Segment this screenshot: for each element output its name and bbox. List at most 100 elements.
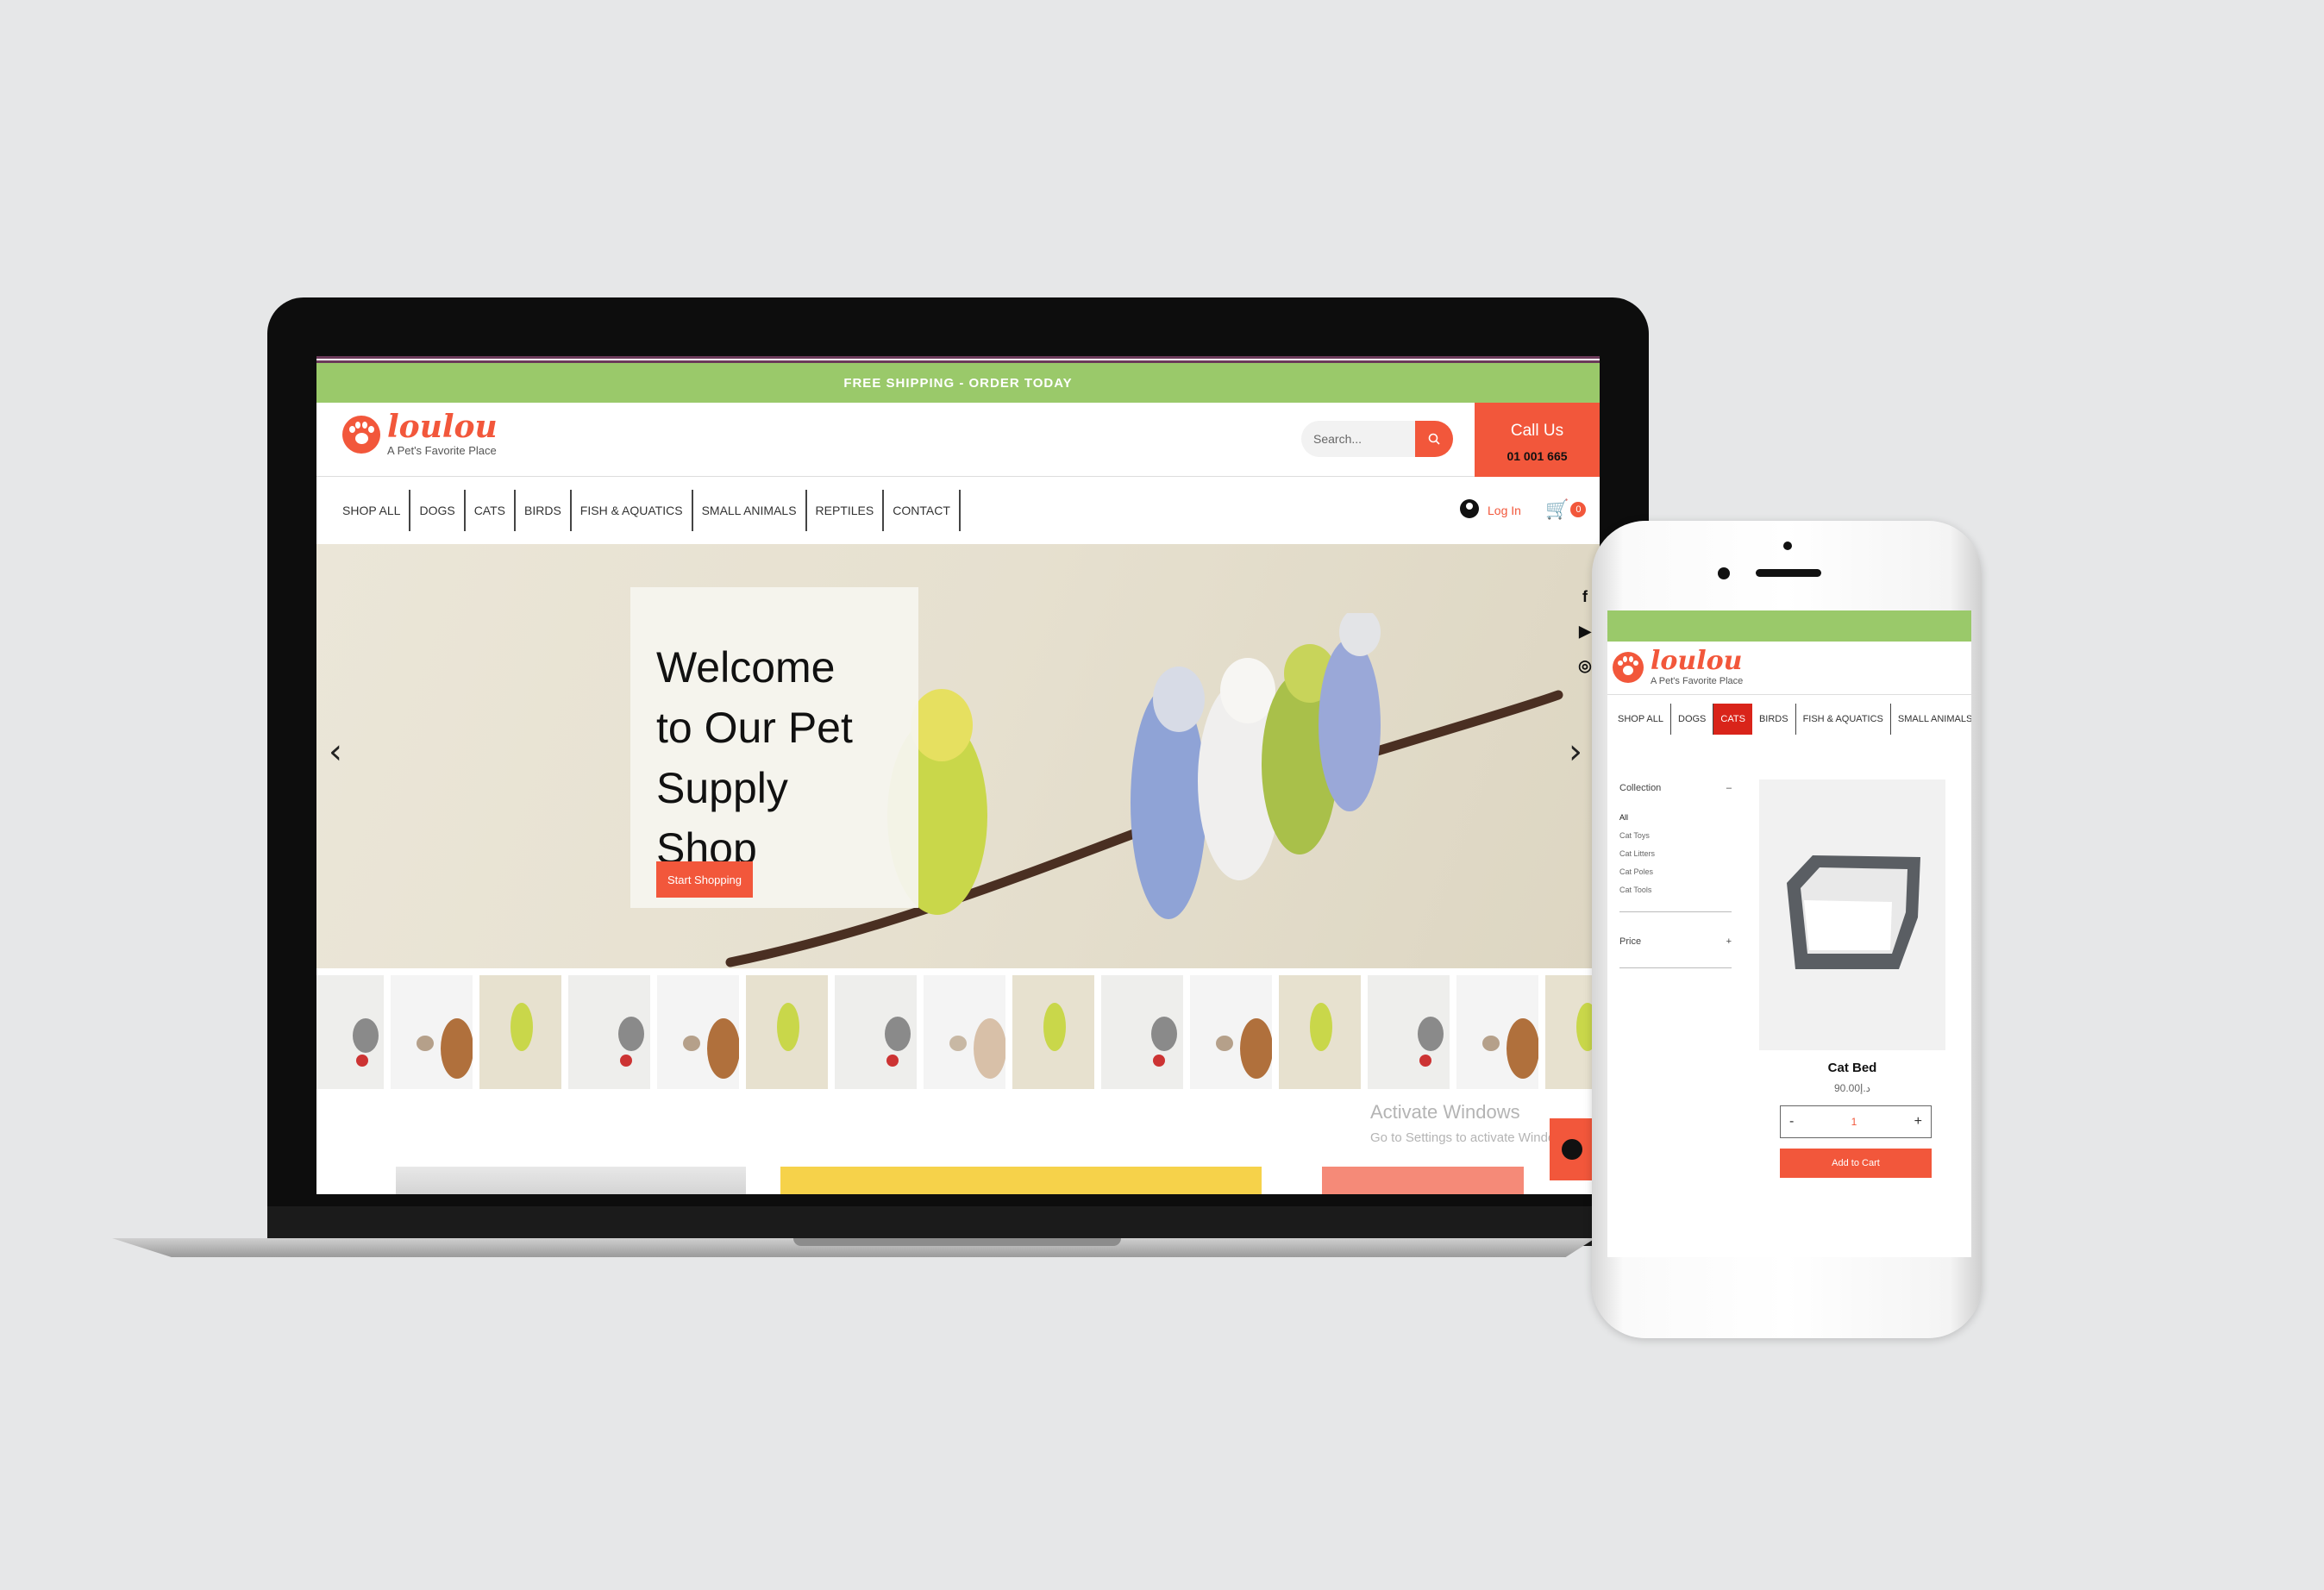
thumbnail-birds[interactable] [1279,975,1361,1089]
nav-shop-all[interactable]: SHOP ALL [342,490,411,531]
chat-button[interactable] [1550,1118,1594,1180]
promo-bar: FREE SHIPPING - ORDER TODAY [316,363,1600,403]
chat-icon [1562,1139,1582,1160]
thumbnail-bunnies[interactable] [924,975,1005,1089]
thumbnail-bunnies[interactable] [1456,975,1538,1089]
nav-dogs[interactable]: DOGS [1671,704,1714,735]
login-link[interactable]: Log In [1460,499,1521,522]
nav-contact[interactable]: CONTACT [884,490,961,531]
thumbnail-bunnies[interactable] [657,975,739,1089]
nav-small-animals[interactable]: SMALL ANIMALS [1891,704,1971,735]
collection-filter-toggle[interactable]: Collection – [1619,783,1732,793]
logo-tagline: A Pet's Favorite Place [1651,676,1744,686]
social-bar: f ▶ ◎ [1576,587,1594,675]
nav-birds[interactable]: BIRDS [516,490,572,531]
add-to-cart-button[interactable]: Add to Cart [1780,1149,1932,1178]
qty-minus-button[interactable]: - [1789,1114,1794,1130]
filter-sidebar: Collection – All Cat Toys Cat Litters Ca… [1619,783,1732,992]
nav-fish-aquatics[interactable]: FISH & AQUATICS [1796,704,1891,735]
mobile-site-logo[interactable]: loulou A Pet's Favorite Place [1613,648,1743,686]
collection-item[interactable]: Cat Litters [1619,845,1732,863]
cat-litter-box-image [1787,855,1920,969]
logo-tagline: A Pet's Favorite Place [387,444,497,457]
site-header: loulou A Pet's Favorite Place Search... … [316,403,1600,477]
thumbnail-birds[interactable] [746,975,828,1089]
thumbnail-cat[interactable] [835,975,917,1089]
user-icon [1460,499,1479,522]
product-price: 90.00د.إ [1833,1082,1871,1094]
thumbnail-cat[interactable] [316,975,384,1089]
hero-line-2: to Our Pet [656,704,853,752]
phone-camera [1718,567,1730,579]
cart-button[interactable]: 🛒 0 [1545,498,1587,521]
price-filter-toggle[interactable]: Price + [1619,936,1732,947]
thumbnail-bunnies[interactable] [1190,975,1272,1089]
product-image[interactable] [1759,779,1945,1050]
top-border [316,356,1600,363]
logo-name: loulou [387,409,498,445]
collection-list: All Cat Toys Cat Litters Cat Poles Cat T… [1619,809,1732,899]
thumbnail-birds[interactable] [479,975,561,1089]
logo-name: loulou [1651,646,1743,676]
thumbnail-cat[interactable] [1368,975,1450,1089]
nav-cats[interactable]: CATS [1713,704,1752,735]
search-input[interactable]: Search... [1301,432,1415,446]
collection-item[interactable]: Cat Toys [1619,827,1732,845]
category-card[interactable] [780,1167,1262,1194]
collection-item[interactable]: Cat Poles [1619,863,1732,881]
divider [1619,967,1732,968]
nav-birds[interactable]: BIRDS [1752,704,1796,735]
mobile-nav: SHOP ALL DOGS CATS BIRDS FISH & AQUATICS… [1607,695,1971,743]
slider-thumbnails [316,975,1600,1089]
thumbnail-cat[interactable] [568,975,650,1089]
thumbnail-cat[interactable] [1101,975,1183,1089]
category-card[interactable] [396,1167,746,1194]
hero-heading: Welcome to Our Pet Supply Shop [656,637,893,879]
nav-reptiles[interactable]: REPTILES [807,490,885,531]
search-box[interactable]: Search... [1301,421,1453,457]
phone-sensor [1783,541,1792,550]
mobile-screen: loulou A Pet's Favorite Place SHOP ALL D… [1607,610,1971,1257]
instagram-icon[interactable]: ◎ [1576,656,1594,675]
divider [1619,911,1732,912]
thumbnail-birds[interactable] [1012,975,1094,1089]
search-icon [1428,433,1440,445]
welcome-card: Welcome to Our Pet Supply Shop Start Sho… [630,587,918,908]
search-button[interactable] [1415,421,1453,457]
slider-prev-arrow-icon[interactable]: ‹ [329,732,342,772]
hero-slider: Welcome to Our Pet Supply Shop Start Sho… [316,544,1600,968]
call-us-button[interactable]: Call Us 01 001 665 [1475,403,1600,477]
desktop-screen: FREE SHIPPING - ORDER TODAY loulou A Pet… [316,356,1600,1194]
collection-item[interactable]: Cat Tools [1619,881,1732,899]
category-card[interactable] [1322,1167,1524,1194]
nav-shop-all[interactable]: SHOP ALL [1611,704,1671,735]
laptop-notch [793,1238,1121,1246]
nav-dogs[interactable]: DOGS [410,490,466,531]
qty-plus-button[interactable]: + [1914,1114,1922,1130]
hero-line-1: Welcome [656,643,836,692]
cart-icon: 🛒 [1545,498,1569,520]
phone-speaker [1756,569,1821,577]
mobile-promo-bar [1607,610,1971,642]
phone-frame: loulou A Pet's Favorite Place SHOP ALL D… [1592,521,1982,1338]
site-logo[interactable]: loulou A Pet's Favorite Place [342,411,498,457]
nav-cats[interactable]: CATS [466,490,516,531]
slider-next-arrow-icon[interactable]: › [1569,732,1582,772]
youtube-icon[interactable]: ▶ [1576,622,1594,641]
quantity-stepper[interactable]: - 1 + [1780,1105,1932,1138]
start-shopping-button[interactable]: Start Shopping [656,861,753,898]
hero-line-3: Supply Shop [656,764,788,873]
nav-small-animals[interactable]: SMALL ANIMALS [693,490,807,531]
product-title[interactable]: Cat Bed [1759,1061,1945,1075]
login-label: Log In [1488,504,1521,517]
call-us-phone: 01 001 665 [1507,449,1568,463]
paw-icon [342,415,380,454]
collection-item[interactable]: All [1619,809,1732,827]
call-us-label: Call Us [1510,422,1564,440]
windows-activation-watermark: Activate Windows Go to Settings to activ… [1370,1101,1556,1145]
facebook-icon[interactable]: f [1576,587,1594,606]
qty-value[interactable]: 1 [1851,1116,1857,1128]
thumbnail-bunnies[interactable] [391,975,473,1089]
mobile-header: loulou A Pet's Favorite Place [1607,642,1971,695]
nav-fish-aquatics[interactable]: FISH & AQUATICS [572,490,693,531]
